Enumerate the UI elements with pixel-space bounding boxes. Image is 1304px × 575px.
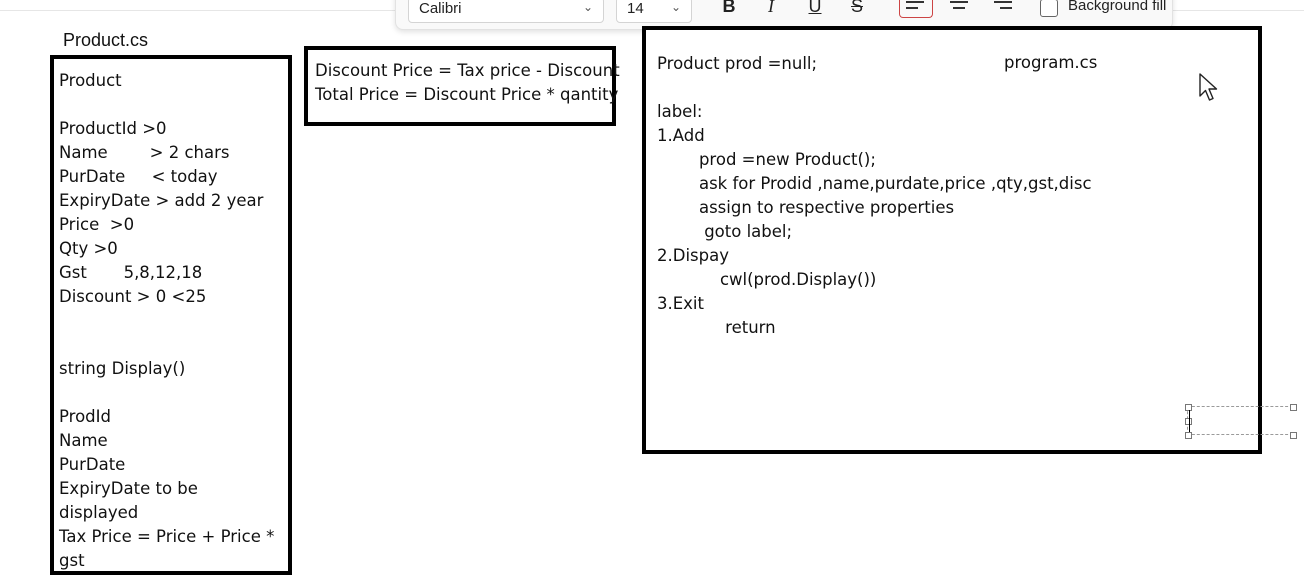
program-text-box[interactable]: Product prod =null; label: 1.Add prod =n… <box>642 26 1262 454</box>
italic-button[interactable]: I <box>756 0 786 19</box>
text-line <box>59 333 288 357</box>
text-line: ProductId >0 <box>59 119 167 138</box>
underline-button[interactable]: U <box>800 0 830 19</box>
resize-handle[interactable] <box>1185 432 1192 439</box>
text-line <box>59 93 288 117</box>
text-line: Product prod =null; <box>657 54 818 73</box>
text-line: Price >0 <box>59 215 135 234</box>
text-line: Product <box>59 71 122 90</box>
discount-text-box[interactable]: Discount Price = Tax price - Discount To… <box>304 46 620 126</box>
font-size-value: 14 <box>627 0 644 17</box>
background-fill-checkbox[interactable] <box>1040 0 1058 17</box>
text-line: Qty >0 <box>59 239 118 258</box>
text-line: Discount Price = Tax price - Discount <box>315 61 620 80</box>
text-line: cwl(prod.Display()) <box>657 270 877 289</box>
chevron-down-icon: ⌄ <box>670 0 681 14</box>
notes-canvas[interactable]: Calibri ⌄ 14 ⌄ B I U S Background fill P… <box>0 0 1304 575</box>
resize-handle[interactable] <box>1290 432 1297 439</box>
program-cs-label: program.cs <box>1004 53 1098 72</box>
text-caret <box>1189 410 1190 432</box>
text-line: Gst 5,8,12,18 <box>59 263 203 282</box>
text-line: Name <box>59 431 108 450</box>
bold-button[interactable]: B <box>714 0 744 19</box>
text-line: ProdId <box>59 407 111 426</box>
chevron-down-icon: ⌄ <box>582 0 593 14</box>
background-fill-label: Background fill <box>1068 0 1167 14</box>
text-line: 3.Exit <box>657 294 704 313</box>
text-line: 1.Add <box>657 126 705 145</box>
product-cs-heading: Product.cs <box>63 30 149 50</box>
text-line: PurDate <box>59 455 126 474</box>
text-line: string Display() <box>59 359 186 378</box>
text-line <box>657 76 1258 100</box>
text-line: Total Price = Discount Price * qantity <box>315 85 619 104</box>
align-right-button[interactable] <box>987 0 1019 17</box>
text-line: Tax Price = Price + Price * <box>59 527 275 546</box>
font-family-select[interactable]: Calibri ⌄ <box>408 0 604 23</box>
mouse-pointer-icon <box>1199 73 1218 101</box>
product-text-box[interactable]: Product ProductId >0 Name > 2 chars PurD… <box>50 55 292 575</box>
text-line <box>59 381 288 405</box>
text-line: ask for Prodid ,name,purdate,price ,qty,… <box>657 174 1092 193</box>
align-center-button[interactable] <box>943 0 975 17</box>
font-size-select[interactable]: 14 ⌄ <box>616 0 692 23</box>
text-line: gst <box>59 551 85 570</box>
text-line: assign to respective properties <box>657 198 955 217</box>
text-line: displayed <box>59 503 139 522</box>
text-line: ExpiryDate to be <box>59 479 198 498</box>
font-family-value: Calibri <box>419 0 462 17</box>
text-line: goto label; <box>657 222 793 241</box>
text-line: Name > 2 chars <box>59 143 230 162</box>
text-line: prod =new Product(); <box>657 150 876 169</box>
text-line <box>59 309 288 333</box>
text-line: 2.Dispay <box>657 246 729 265</box>
resize-handle[interactable] <box>1290 404 1297 411</box>
strikethrough-button[interactable]: S <box>842 0 872 19</box>
selection-frame[interactable] <box>1187 406 1293 435</box>
text-line: ExpiryDate > add 2 year <box>59 191 264 210</box>
text-line: Discount > 0 <25 <box>59 287 207 306</box>
text-line: PurDate < today <box>59 167 218 186</box>
align-left-button[interactable] <box>899 0 933 18</box>
text-line: return <box>657 318 776 337</box>
text-line: label: <box>657 102 703 121</box>
